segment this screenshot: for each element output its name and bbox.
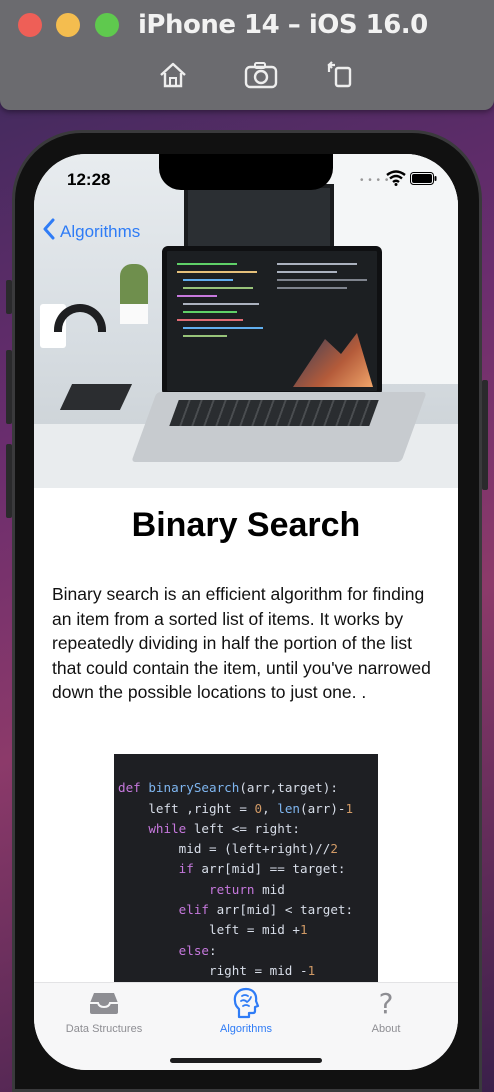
code-line: elif arr[mid] < target: xyxy=(178,902,354,918)
tab-bar: Data Structures Algorithms ? About xyxy=(34,982,458,1070)
code-line: return mid xyxy=(209,881,285,897)
back-button[interactable]: Algorithms xyxy=(42,218,140,245)
status-time: 12:28 xyxy=(67,170,111,189)
code-line: mid = (left+right)//2 xyxy=(118,841,338,857)
code-line: left = mid +1 xyxy=(118,922,308,938)
tab-about[interactable]: ? About xyxy=(316,986,456,1036)
simulator-title-bar: iPhone 14 – iOS 16.0 xyxy=(0,0,494,110)
code-line: left ,right = 0, len(arr)-1 xyxy=(118,800,354,816)
code-line: right = mid -1 xyxy=(118,962,316,978)
signal-dots-icon: • • • • xyxy=(360,175,390,186)
wifi-icon xyxy=(386,170,406,191)
home-indicator[interactable] xyxy=(170,1058,322,1063)
code-line: else: xyxy=(178,942,217,958)
question-mark-icon: ? xyxy=(378,986,394,1020)
dynamic-notch xyxy=(159,154,333,190)
battery-icon xyxy=(410,172,438,190)
brain-icon xyxy=(176,987,316,1019)
back-button-label: Algorithms xyxy=(60,221,141,241)
tray-icon xyxy=(34,987,174,1019)
code-line: while left <= right: xyxy=(148,820,300,836)
power-button xyxy=(482,380,488,490)
zoom-window-button[interactable] xyxy=(95,13,119,37)
minimize-window-button[interactable] xyxy=(56,13,80,37)
tab-label: Algorithms xyxy=(220,1023,272,1035)
volume-up-button xyxy=(6,350,12,424)
hero-image: 12:28 • • • • Algorithms xyxy=(34,154,458,488)
tab-algorithms[interactable]: Algorithms xyxy=(176,987,316,1035)
article-description: Binary search is an efficient algorithm … xyxy=(52,584,431,702)
simulator-title: iPhone 14 – iOS 16.0 xyxy=(138,10,428,40)
code-line: def binarySearch(arr,target): xyxy=(118,780,338,796)
page-title: Binary Search xyxy=(131,506,361,544)
volume-down-button xyxy=(6,444,12,518)
phone-screen: 12:28 • • • • Algorithms Binary Search B… xyxy=(34,154,458,1070)
silent-switch xyxy=(6,280,12,314)
code-snippet-image: def binarySearch(arr,target): left ,righ… xyxy=(114,754,378,998)
status-icons: • • • • xyxy=(360,168,438,191)
tab-label: About xyxy=(371,1023,401,1035)
rotate-icon[interactable] xyxy=(324,58,358,92)
tab-data-structures[interactable]: Data Structures xyxy=(34,987,174,1035)
home-icon[interactable] xyxy=(156,58,190,92)
close-window-button[interactable] xyxy=(18,13,42,37)
code-line: if arr[mid] == target: xyxy=(178,861,346,877)
chevron-left-icon xyxy=(42,218,56,245)
tab-label: Data Structures xyxy=(65,1023,143,1035)
screenshot-icon[interactable] xyxy=(243,58,278,92)
